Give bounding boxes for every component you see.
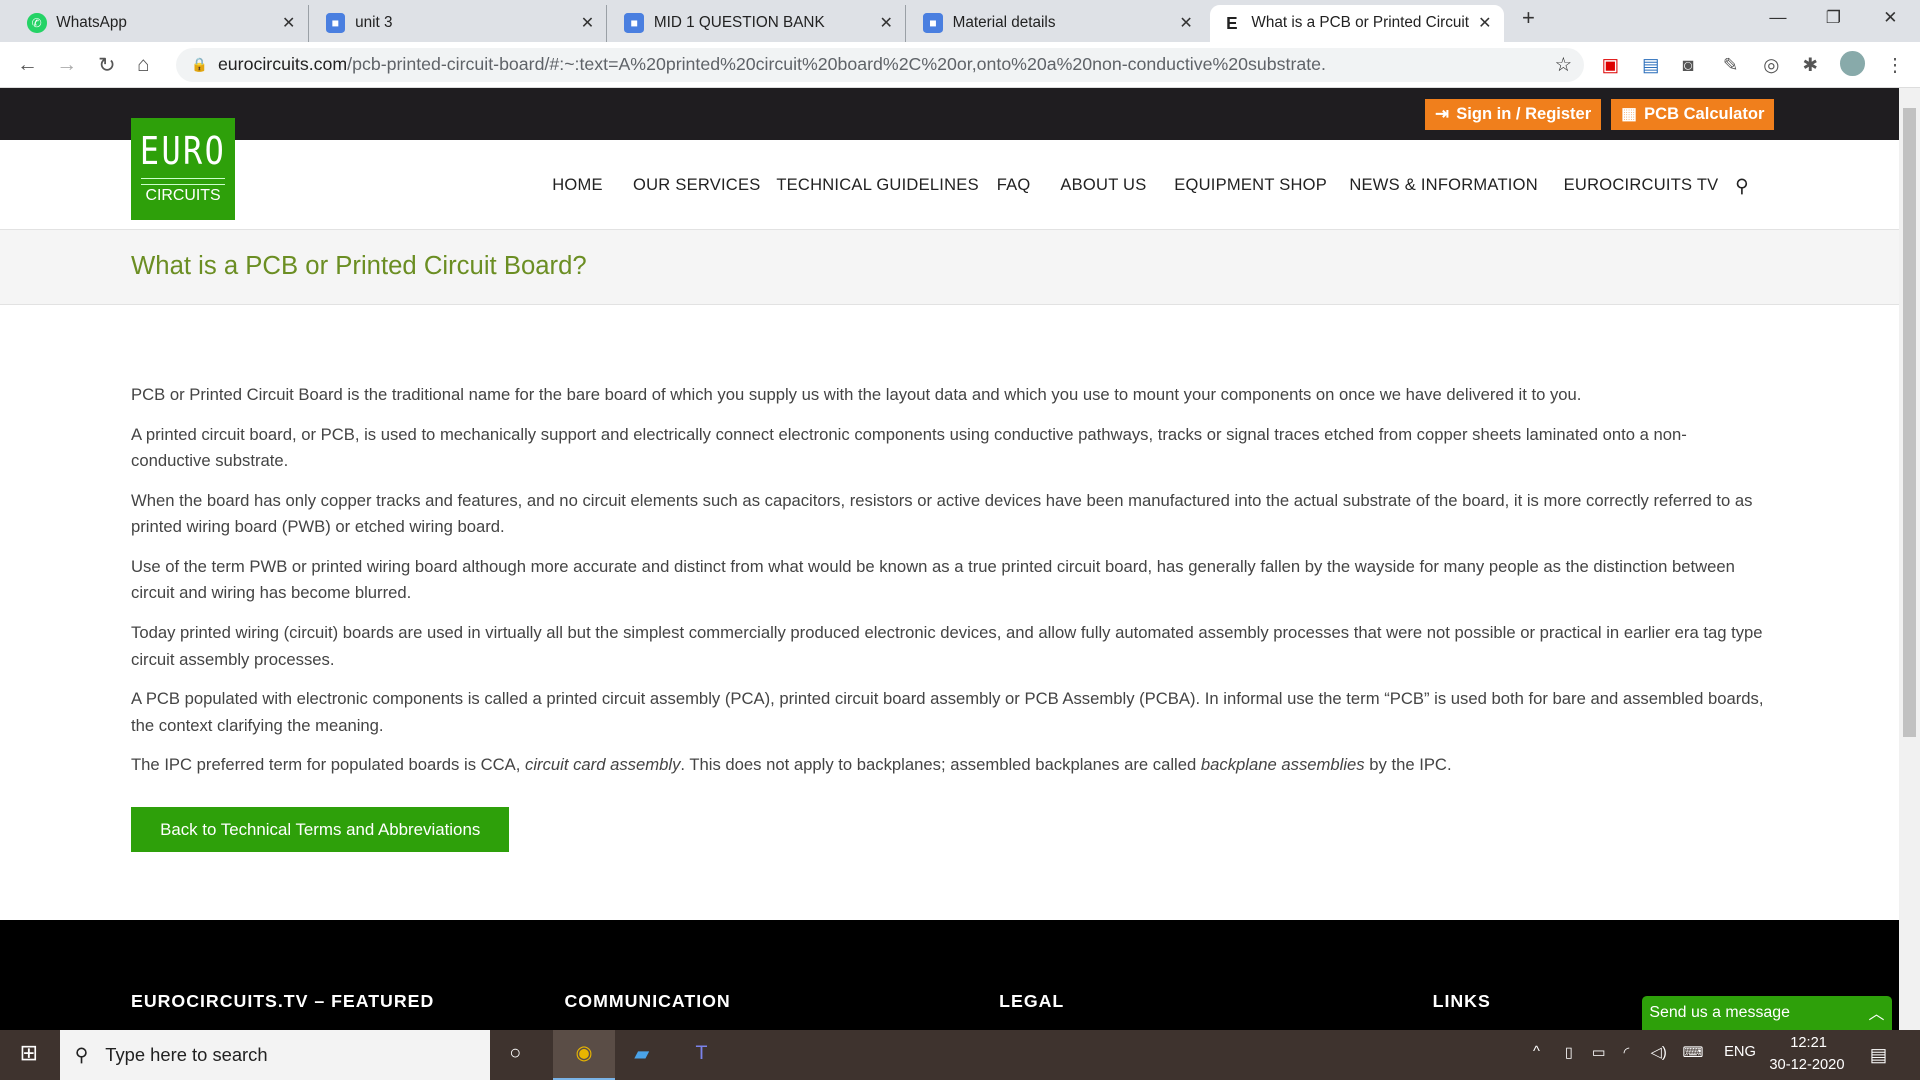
nav-equipment-shop[interactable]: EQUIPMENT SHOP (1174, 175, 1327, 195)
nav-about-us[interactable]: ABOUT US (1060, 175, 1146, 195)
paragraph: The IPC preferred term for populated boa… (131, 755, 1452, 775)
scrollbar-thumb[interactable] (1902, 107, 1917, 738)
teams-icon[interactable]: T (696, 1042, 708, 1065)
tab-pcb[interactable]: E What is a PCB or Printed Circuit B ✕ (1209, 4, 1504, 42)
tab-strip: ✆ WhatsApp ✕ ■ unit 3 ✕ ■ MID 1 QUESTION BANK… (0, 0, 1920, 42)
whatsapp-icon: ✆ (26, 13, 47, 34)
puzzle-icon[interactable]: ✱ (1802, 54, 1817, 76)
classroom-icon: ■ (923, 13, 943, 34)
eyedropper-icon[interactable]: ✎ (1723, 54, 1738, 76)
extension-circle-icon[interactable]: ◎ (1763, 54, 1779, 76)
reload-icon[interactable]: ↻ (98, 53, 115, 78)
scrollbar[interactable] (1899, 88, 1920, 1030)
menu-icon[interactable]: ⋮ (1886, 54, 1904, 76)
tab-unit3[interactable]: ■ unit 3 ✕ (313, 4, 608, 42)
close-tab-icon[interactable]: ✕ (1179, 13, 1192, 33)
language-indicator[interactable]: ENG (1724, 1044, 1756, 1060)
footer-heading: EUROCIRCUITS.TV – FEATURED (131, 990, 435, 1011)
clock-date[interactable]: 30-12-2020 (1769, 1057, 1844, 1073)
profile-avatar[interactable] (1840, 51, 1865, 76)
nav-eurocircuits-tv[interactable]: EUROCIRCUITS TV (1564, 175, 1719, 195)
new-tab-icon[interactable]: + (1522, 5, 1535, 31)
notifications-icon[interactable]: ▤ (1870, 1044, 1887, 1066)
clock-time[interactable]: 12:21 (1790, 1035, 1827, 1051)
url-input[interactable]: 🔒 eurocircuits.com/pcb-printed-circuit-bo… (176, 47, 1585, 83)
app-icon[interactable]: ▰ (634, 1042, 649, 1066)
pcb-calculator-button[interactable]: ▦ PCB Calculator (1611, 99, 1775, 130)
footer-heading: COMMUNICATION (564, 990, 731, 1011)
pdf-extension-icon[interactable]: ▣ (1602, 54, 1619, 76)
forward-icon[interactable]: → (56, 53, 77, 77)
tab-whatsapp[interactable]: ✆ WhatsApp ✕ (15, 4, 309, 42)
search-icon: ⚲ (74, 1043, 89, 1065)
chevron-up-icon: ︿ (1868, 1006, 1885, 1024)
paragraph: Use of the term PWB or printed wiring bo… (131, 557, 1735, 603)
close-window-icon[interactable]: ✕ (1883, 7, 1897, 28)
screen-extension-icon[interactable]: ▤ (1642, 54, 1659, 76)
eurocircuits-icon: E (1226, 12, 1238, 33)
volume-icon[interactable]: ◁) (1651, 1044, 1667, 1061)
keyboard-icon[interactable]: ⌨ (1682, 1044, 1703, 1061)
chat-widget-button[interactable]: Send us a message ︿ (1642, 995, 1892, 1030)
nav-news-information[interactable]: NEWS & INFORMATION (1349, 175, 1538, 195)
nav-our-services[interactable]: OUR SERVICES (633, 175, 760, 195)
classroom-icon: ■ (624, 13, 645, 34)
device-icon[interactable]: ▯ (1565, 1044, 1573, 1061)
close-tab-icon[interactable]: ✕ (880, 13, 893, 33)
sign-in-icon: ⇥ (1435, 104, 1449, 124)
chrome-icon[interactable]: ◉ (553, 1029, 615, 1080)
tray-chevron-icon[interactable]: ^ (1533, 1044, 1540, 1060)
page-title: What is a PCB or Printed Circuit Board? (131, 252, 587, 280)
close-tab-icon[interactable]: ✕ (581, 13, 594, 33)
paragraph: PCB or Printed Circuit Board is the trad… (131, 385, 1582, 405)
paragraph: A printed circuit board, or PCB, is used… (131, 424, 1687, 471)
close-tab-icon[interactable]: ✕ (1478, 13, 1491, 33)
wifi-icon[interactable]: ◜ (1624, 1044, 1630, 1061)
address-bar-row: ← → ↻ ⌂ 🔒 eurocircuits.com/pcb-printed-ci… (0, 41, 1920, 89)
back-icon[interactable]: ← (17, 53, 38, 77)
paragraph: Today printed wiring (circuit) boards ar… (131, 623, 1763, 669)
cortana-icon[interactable]: ○ (509, 1042, 521, 1065)
classroom-icon: ■ (325, 13, 346, 34)
back-to-terms-button[interactable]: Back to Technical Terms and Abbreviation… (131, 806, 510, 853)
lock-icon: 🔒 (191, 56, 208, 72)
footer-heading: LINKS (1432, 990, 1491, 1011)
nav-faq[interactable]: FAQ (997, 175, 1031, 195)
taskbar: ⊞ ⚲ Type here to search ○ ◉ ▰ T ^ ▯ ▭ ◜ ◁… (0, 1029, 1920, 1080)
restore-icon[interactable]: ❐ (1826, 7, 1841, 28)
footer-heading: LEGAL (999, 990, 1065, 1011)
home-icon[interactable]: ⌂ (137, 53, 150, 77)
eurocircuits-logo[interactable]: EURO CIRCUITS (131, 117, 236, 221)
calculator-icon: ▦ (1621, 104, 1637, 124)
paragraph: A PCB populated with electronic componen… (131, 689, 1764, 735)
minimize-icon[interactable]: — (1769, 7, 1786, 28)
windows-start-icon[interactable]: ⊞ (20, 1040, 38, 1066)
title-band: What is a PCB or Printed Circuit Board? (0, 228, 1900, 305)
taskbar-search-input[interactable]: ⚲ Type here to search (60, 1029, 490, 1080)
nav-home[interactable]: HOME (552, 175, 603, 195)
site-footer: EUROCIRCUITS.TV – FEATURED COMMUNICATION… (0, 919, 1900, 1030)
article-body: PCB or Printed Circuit Board is the trad… (131, 382, 1766, 792)
sign-in-button[interactable]: ⇥ Sign in / Register (1425, 99, 1601, 130)
site-topbar: ⇥ Sign in / Register ▦ PCB Calculator (0, 88, 1900, 140)
paragraph: When the board has only copper tracks an… (131, 490, 1753, 537)
battery-icon[interactable]: ▭ (1592, 1044, 1606, 1061)
bookmark-star-icon[interactable]: ☆ (1555, 53, 1573, 77)
tab-material[interactable]: ■ Material details ✕ (911, 5, 1205, 42)
close-tab-icon[interactable]: ✕ (282, 13, 295, 33)
tab-mid1[interactable]: ■ MID 1 QUESTION BANK ✕ (612, 4, 907, 42)
nav-technical-guidelines[interactable]: TECHNICAL GUIDELINES (776, 175, 979, 195)
camera-icon[interactable]: ◙ (1682, 54, 1693, 76)
search-icon[interactable]: ⚲ (1735, 175, 1749, 197)
